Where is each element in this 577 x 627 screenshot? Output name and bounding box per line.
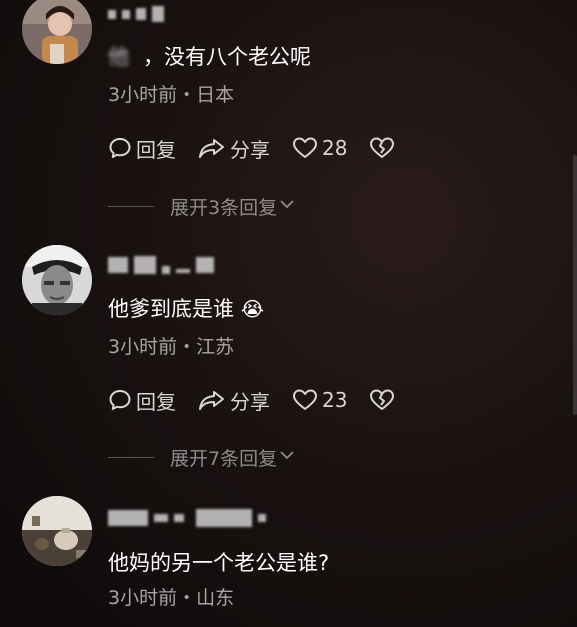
heart-icon bbox=[292, 136, 318, 160]
chevron-down-icon bbox=[279, 195, 295, 217]
comment-text-body: 他爹到底是谁 bbox=[108, 297, 234, 321]
comment-bubble-icon bbox=[108, 388, 132, 412]
like-button[interactable]: 23 bbox=[292, 388, 347, 412]
obscured-text: 他 bbox=[108, 45, 129, 69]
reply-label: 回复 bbox=[136, 137, 176, 162]
like-count: 28 bbox=[322, 136, 348, 160]
comment-text-body: 他妈的另一个老公是谁? bbox=[108, 551, 330, 575]
avatar[interactable] bbox=[22, 245, 92, 315]
comment-text: 他爹到底是谁 😭 bbox=[108, 296, 264, 322]
expand-replies-label: 展开7条回复 bbox=[170, 447, 278, 470]
like-button[interactable]: 28 bbox=[292, 136, 347, 160]
username-redacted[interactable] bbox=[108, 508, 266, 528]
comment-bubble-icon bbox=[108, 136, 132, 160]
reply-label: 回复 bbox=[136, 389, 176, 414]
divider-line bbox=[108, 456, 154, 458]
dislike-button[interactable] bbox=[369, 388, 395, 412]
comment-text-body: ，没有八个老公呢 bbox=[143, 45, 311, 69]
share-label: 分享 bbox=[230, 137, 270, 162]
share-button[interactable]: 分享 bbox=[198, 134, 270, 163]
expand-replies-label: 展开3条回复 bbox=[170, 196, 278, 219]
share-button[interactable]: 分享 bbox=[198, 386, 270, 415]
comment-meta: 3小时前・山东 bbox=[108, 587, 235, 609]
broken-heart-icon bbox=[369, 388, 395, 412]
username-redacted[interactable] bbox=[108, 255, 214, 275]
expand-replies-button[interactable]: 展开3条回复 bbox=[108, 194, 295, 219]
avatar[interactable] bbox=[22, 496, 92, 566]
comment-actions: 回复 分享 23 bbox=[108, 386, 417, 414]
heart-icon bbox=[292, 388, 318, 412]
comment-actions: 回复 分享 28 bbox=[108, 134, 417, 162]
reply-button[interactable]: 回复 bbox=[108, 134, 176, 163]
share-arrow-icon bbox=[198, 388, 226, 412]
like-count: 23 bbox=[322, 388, 348, 412]
username-redacted[interactable] bbox=[108, 4, 164, 24]
comment-text: 他妈的另一个老公是谁? bbox=[108, 550, 329, 576]
expand-replies-button[interactable]: 展开7条回复 bbox=[108, 445, 295, 470]
comment-text: 他 ，没有八个老公呢 bbox=[108, 44, 311, 70]
comment-meta: 3小时前・江苏 bbox=[108, 336, 235, 358]
chevron-down-icon bbox=[279, 446, 295, 468]
avatar[interactable] bbox=[22, 0, 92, 64]
crying-emoji: 😭 bbox=[240, 297, 265, 321]
divider-line bbox=[108, 205, 154, 207]
comment-meta: 3小时前・日本 bbox=[108, 84, 235, 106]
broken-heart-icon bbox=[369, 136, 395, 160]
dislike-button[interactable] bbox=[369, 136, 395, 160]
scrollbar[interactable] bbox=[573, 155, 577, 415]
share-label: 分享 bbox=[230, 389, 270, 414]
reply-button[interactable]: 回复 bbox=[108, 386, 176, 415]
share-arrow-icon bbox=[198, 136, 226, 160]
